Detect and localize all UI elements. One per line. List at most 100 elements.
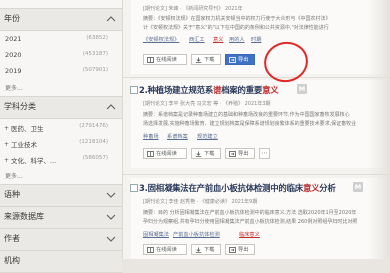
magazine-badge: M	[297, 84, 307, 94]
filter-subject-count: (1218104)	[79, 139, 108, 145]
filter-year-count: (63852)	[86, 35, 108, 41]
chevron-up-icon	[106, 104, 116, 110]
result-abstract-line: 摘要：系谱档案是记录种畜场建立的基础和种畜场改良的重要环节,作为中国国家畜牧发展…	[143, 112, 350, 118]
filter-year-count: (453187)	[82, 51, 108, 57]
filter-year-label: 2021	[5, 35, 22, 43]
download-icon	[195, 57, 202, 63]
download-button[interactable]: 下载	[191, 244, 221, 255]
book-icon	[147, 151, 154, 157]
expand-plus-icon[interactable]: +	[4, 157, 9, 164]
export-icon	[229, 247, 236, 253]
filter-subject-item[interactable]: + 医药、卫生 (2791476)	[0, 120, 122, 136]
download-button[interactable]: 下载	[191, 54, 221, 65]
export-label: 导出	[238, 247, 249, 253]
filter-year-title: 年份	[4, 14, 20, 23]
result-title[interactable]: 3.固相凝集法在产前血小板抗体检测中的临床意义分析	[139, 182, 336, 194]
result-divider	[123, 174, 390, 175]
filter-year-more-link[interactable]: 更多...	[5, 83, 23, 92]
chevron-up-icon	[106, 16, 116, 22]
chevron-down-icon	[106, 214, 116, 220]
result-meta: [期刊论文] 朱峰 · 《新闻研究导刊》 2021年	[143, 6, 243, 12]
magazine-badge: M	[353, 182, 363, 192]
export-label: 导出	[238, 151, 249, 157]
filter-subject-item[interactable]: + 文化、科学、... (586057)	[0, 152, 122, 168]
export-button[interactable]: 导出	[225, 244, 255, 255]
keyword-link[interactable]: 规范建立	[197, 133, 218, 140]
result-item: 3.固相凝集法在产前血小板抗体检测中的临床意义分析 M [期刊论文] 李佳 赵秀…	[130, 178, 383, 259]
keyword-link[interactable]: 用的人	[229, 36, 245, 43]
filter-org-header[interactable]: 机构	[0, 250, 122, 273]
results-list: [期刊论文] 朱峰 · 《新闻研究导刊》 2021年 摘要：《安顿权法规》在国家…	[123, 0, 390, 259]
export-button[interactable]: 导出	[225, 148, 255, 159]
expand-plus-icon[interactable]: +	[4, 141, 9, 148]
download-button[interactable]: 下载	[191, 148, 221, 159]
filter-year-item[interactable]: 2019 (507901)	[0, 64, 122, 80]
book-icon	[147, 247, 154, 253]
keyword-link[interactable]: 种畜场	[143, 133, 159, 140]
filter-subject-more-link[interactable]: 更多...	[5, 171, 23, 180]
export-icon	[229, 57, 236, 63]
keyword-link[interactable]: 临床意义	[239, 231, 260, 238]
filter-language-title: 语种	[4, 190, 20, 199]
result-abstract-line: 摘要：目的 分析固相凝集法在产前血小板抗体检测中的临床意义.方法 选取2020年…	[143, 210, 357, 216]
filter-author-header[interactable]: 作者	[0, 228, 122, 251]
chevron-down-icon	[106, 236, 116, 242]
filter-subject-label: 医药、卫生	[11, 125, 44, 133]
result-abstract-line: 计《安顿权法规》关于"意义"的"以下在中国的的条例和公共资源中,"对法律性能进行	[143, 25, 329, 31]
result-item: 2.种植场建立规范系谱档案的重要意义 M [期刊论文] 李平 张大亮 冯文宏 等…	[130, 80, 383, 168]
more-options-button[interactable]: ⋯	[259, 148, 270, 159]
filter-subject-header[interactable]: 学科分类	[0, 96, 122, 119]
keyword-link[interactable]: 《安顿权法规》	[143, 36, 179, 43]
filter-subject-label: 文化、科学、...	[11, 157, 57, 165]
online-read-label: 在线阅读	[156, 151, 177, 157]
filter-year-label: 2019	[5, 67, 22, 75]
filter-subject-label: 工业技术	[11, 141, 37, 149]
keyword-link[interactable]: 固相凝集法	[143, 231, 169, 238]
online-read-button[interactable]: 在线阅读	[143, 148, 187, 159]
download-icon	[195, 247, 202, 253]
result-checkbox[interactable]	[130, 86, 138, 94]
result-checkbox[interactable]	[130, 184, 138, 192]
download-label: 下载	[204, 247, 215, 253]
result-title[interactable]: 2.种植场建立规范系谱档案的重要意义	[139, 84, 279, 96]
filter-year-item[interactable]: 2020 (453187)	[0, 48, 122, 64]
filter-subject-count: (2791476)	[79, 123, 108, 129]
filter-org-title: 机构	[4, 256, 20, 265]
export-label: 导出	[238, 57, 249, 63]
filter-author-title: 作者	[4, 234, 20, 243]
filter-year-label: 2020	[5, 51, 22, 59]
filter-language-header[interactable]: 语种	[0, 184, 122, 207]
filter-year-header[interactable]: 年份	[0, 8, 122, 31]
filter-source-title: 来源数据库	[4, 212, 44, 221]
online-read-button[interactable]: 在线阅读	[143, 244, 187, 255]
filter-year-count: (507901)	[82, 67, 108, 73]
filter-source-header[interactable]: 来源数据库	[0, 206, 122, 229]
keyword-link[interactable]: 产前血小板抗体检测	[173, 231, 220, 238]
filter-subject-count: (586057)	[82, 155, 108, 161]
result-abstract-line: 摘要：《安顿权法规》在国家权力机关安顿当中的权力行使于大众形与《中国农村法》	[143, 16, 331, 22]
result-divider	[123, 77, 390, 78]
filter-year-item[interactable]: 2021 (63852)	[0, 32, 122, 48]
export-icon	[229, 151, 236, 157]
expand-plus-icon[interactable]: +	[4, 125, 9, 132]
filter-subject-item[interactable]: + 工业技术 (1218104)	[0, 136, 122, 152]
keyword-link[interactable]: 系谱档案	[167, 133, 188, 140]
result-abstract-line: 孕妇分为观察组,共有孕妇分使用固相凝集法产前血小板抗体检测,结果 260例对照组…	[143, 219, 358, 225]
online-read-label: 在线阅读	[156, 247, 177, 253]
result-meta: [期刊论文] 李佳 赵秀艳 · 《健康必读》 2021年9期	[143, 199, 258, 205]
keyword-link[interactable]: 时期	[251, 36, 261, 43]
download-label: 下载	[204, 151, 215, 157]
result-meta: [期刊论文] 李平 张大亮 冯文宏 等 · 《养殖》 2021年3期	[143, 101, 271, 107]
search-results-page: 年份 2021 (63852) 2020 (453187) 2019 (5079…	[0, 0, 390, 273]
keyword-link[interactable]: 西汇工	[189, 36, 205, 43]
online-read-label: 在线阅读	[156, 57, 177, 63]
export-button[interactable]: 导出	[225, 54, 255, 65]
online-read-button[interactable]: 在线阅读	[143, 54, 187, 65]
photo-edge-shadow	[368, 0, 390, 259]
download-label: 下载	[204, 57, 215, 63]
result-item: [期刊论文] 朱峰 · 《新闻研究导刊》 2021年 摘要：《安顿权法规》在国家…	[131, 0, 383, 74]
filter-subject-title: 学科分类	[4, 102, 36, 111]
chevron-down-icon	[106, 192, 116, 198]
keyword-link[interactable]: 意义	[213, 36, 223, 43]
filter-sidebar: 年份 2021 (63852) 2020 (453187) 2019 (5079…	[0, 0, 123, 273]
